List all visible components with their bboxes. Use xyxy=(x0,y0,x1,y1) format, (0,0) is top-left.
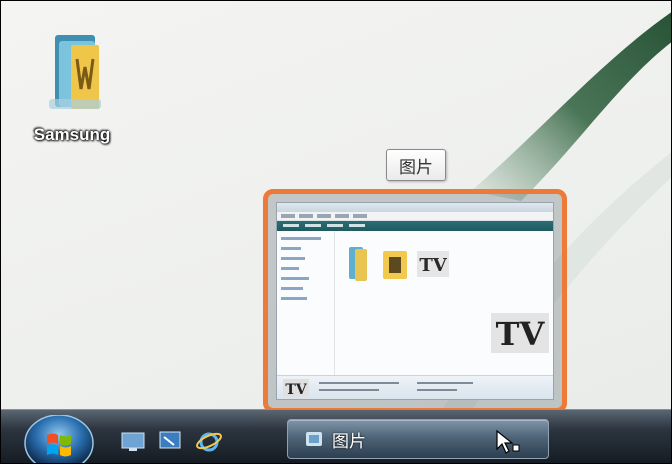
desktop-icon-label: Samsung xyxy=(33,125,111,144)
taskbar-button-label: 图片 xyxy=(332,431,366,452)
folder-icon xyxy=(349,247,367,281)
switch-windows-icon[interactable] xyxy=(157,429,185,453)
preview-titlebar xyxy=(277,203,553,212)
image-thumbnail-large-icon: TV xyxy=(491,313,549,353)
preview-file-area: TV TV xyxy=(341,237,549,375)
preview-tooltip: 图片 xyxy=(386,149,446,181)
image-thumbnail-icon: TV xyxy=(417,251,449,277)
preview-menubar xyxy=(277,212,553,221)
preview-window-content: TV TV TV xyxy=(276,202,554,400)
taskbar-thumbnail-preview[interactable]: TV TV TV xyxy=(263,189,567,413)
svg-text:TV: TV xyxy=(496,315,546,353)
show-desktop-icon[interactable] xyxy=(119,429,147,453)
desktop-icon-samsung[interactable]: Samsung xyxy=(17,29,127,145)
pictures-folder-icon xyxy=(306,432,322,446)
start-button[interactable] xyxy=(23,415,95,464)
mouse-cursor-icon xyxy=(496,429,520,454)
folder-icon xyxy=(383,251,407,279)
preview-command-bar xyxy=(277,221,553,231)
folder-icon xyxy=(49,35,101,109)
preview-details-pane: TV xyxy=(277,375,553,399)
svg-text:TV: TV xyxy=(419,255,447,276)
preview-navigation-pane xyxy=(277,231,335,375)
desktop: Samsung 图片 TV TV TV 图片 xyxy=(0,0,672,464)
svg-text:TV: TV xyxy=(285,382,307,397)
internet-explorer-icon[interactable] xyxy=(195,429,223,453)
image-thumbnail-icon: TV xyxy=(283,379,309,397)
